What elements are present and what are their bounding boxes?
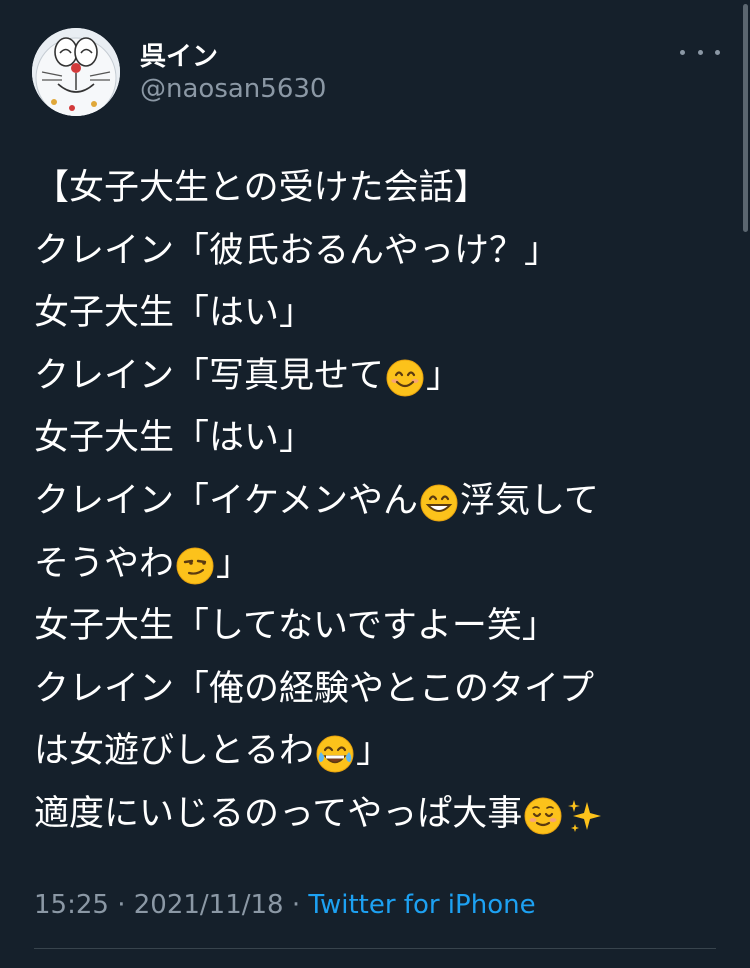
tweet-meta: 15:25 · 2021/11/18 · Twitter for iPhone <box>34 890 536 920</box>
tweet-text-line: 女子大生「はい」 <box>34 407 724 470</box>
tears-of-joy-emoji <box>315 732 355 773</box>
tweet-text-line: クレイン「彼氏おるんやっけ？」 <box>34 220 724 283</box>
tweet: 呉イン @naosan5630 【女子大生との受けた会話】クレイン「彼氏おるんや… <box>0 0 750 968</box>
tweet-text-segment: 適度にいじるのってやっぱ大事 <box>34 793 523 834</box>
tweet-text-segment: そうやわ <box>34 543 175 584</box>
display-name[interactable]: 呉イン <box>140 36 218 73</box>
tweet-time[interactable]: 15:25 <box>34 890 109 920</box>
doraemon-avatar-icon <box>32 28 120 116</box>
tweet-text-segment: は女遊びしとるわ <box>34 731 315 772</box>
tweet-text-line: は女遊びしとるわ」 <box>34 720 724 783</box>
tweet-text-segment: 女子大生「はい」 <box>34 418 315 459</box>
tweet-text-line: 女子大生「してないですよー笑」 <box>34 595 724 658</box>
more-dot <box>697 49 703 55</box>
user-handle[interactable]: @naosan5630 <box>140 74 326 104</box>
divider <box>34 948 716 949</box>
tweet-text-segment: 」 <box>356 731 392 772</box>
tweet-text-line: そうやわ」 <box>34 533 724 596</box>
tweet-text: 【女子大生との受けた会話】 クレイン「彼氏おるんやっけ？」 女子大生「はい」 クレイン… <box>34 157 724 846</box>
tweet-text-segment: 」 <box>426 355 462 396</box>
tweet-text-line: 女子大生「はい」 <box>34 282 724 345</box>
more-dot <box>715 49 720 55</box>
meta-separator: · <box>283 890 309 920</box>
tweet-text-segment: クレイン「イケメンやん <box>34 480 418 521</box>
tweet-text-segment: クレイン「写真見せて <box>34 355 385 396</box>
tweet-source-link[interactable]: Twitter for iPhone <box>308 890 535 920</box>
tweet-text-line: 【女子大生との受けた会話】 <box>34 157 724 220</box>
avatar[interactable] <box>32 28 120 116</box>
tweet-text-line: クレイン「俺の経験やとこのタイプ <box>34 658 724 721</box>
tweet-text-segment: 女子大生「はい」 <box>34 293 315 334</box>
tweet-text-segment: 【女子大生との受けた会話】 <box>34 168 489 208</box>
tweet-text-line: 適度にいじるのってやっぱ大事 <box>34 783 724 846</box>
tweet-text-segment: 女子大生「してないですよー笑」 <box>34 606 557 647</box>
more-dot <box>680 49 685 55</box>
tweet-text-segment: クレイン「俺の経験やとこのタイプ <box>34 668 595 709</box>
tweet-text-line: クレイン「イケメンやん 浮気して <box>34 470 724 533</box>
tweet-text-segment: 浮気して <box>459 480 599 521</box>
tweet-text-segment: クレイン「彼氏おるんやっけ？」 <box>34 230 560 271</box>
scrollbar[interactable] <box>740 0 750 236</box>
grinning-face-emoji <box>419 481 459 522</box>
scrollbar-thumb[interactable] <box>743 4 748 232</box>
smiling-face-emoji <box>385 356 425 397</box>
tweet-text-line: クレイン「写真見せて」 <box>34 345 724 408</box>
more-horizontal-icon[interactable] <box>680 42 720 62</box>
tweet-date[interactable]: 2021/11/18 <box>134 890 284 920</box>
tweet-text-segment: 」 <box>216 543 252 584</box>
sparkles-emoji <box>565 794 605 834</box>
relieved-face-emoji <box>523 794 563 835</box>
meta-separator: · <box>108 890 134 920</box>
smirking-face-emoji <box>175 544 215 585</box>
